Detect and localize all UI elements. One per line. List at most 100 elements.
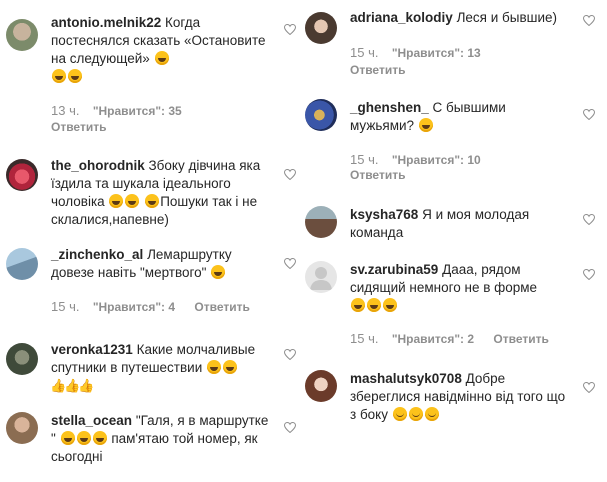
reply-row: Ответить (350, 63, 405, 77)
comment-item: adriana_kolodiy Леся и бывшие) 15 ч. "Нр… (305, 9, 595, 79)
comment-username[interactable]: antonio.melnik22 (51, 15, 161, 30)
comment-item: the_ohorodnik Збоку дівчина яка їздила т… (6, 157, 296, 237)
avatar[interactable] (6, 19, 38, 51)
likes-label: "Нравится" (391, 153, 461, 167)
likes-count[interactable]: "Нравится": 4 (93, 300, 175, 314)
comment-username[interactable]: adriana_kolodiy (350, 10, 453, 25)
comment-age: 15 ч. (51, 299, 80, 314)
comment-body: veronka1231 Какие молчаливые спутники в … (50, 341, 271, 395)
comment-body: mashalutsyk0708 Добре збереглися навідмі… (350, 370, 570, 424)
comment-text: Леся и бывшие) (456, 10, 558, 25)
reply-row: Ответить (51, 120, 106, 134)
likes-count[interactable]: "Нравится": 10 (392, 153, 481, 167)
grin-emoji (76, 431, 91, 445)
likes-label: "Нравится" (92, 300, 162, 314)
reply-button[interactable]: Ответить (350, 63, 405, 77)
like-heart-icon[interactable] (284, 24, 296, 35)
like-heart-icon[interactable] (583, 382, 595, 393)
comment-username[interactable]: _ghenshen_ (350, 100, 429, 115)
thumbs-up-emoji: 👍 (78, 378, 95, 393)
comment-age: 15 ч. (350, 331, 379, 346)
likes-label: "Нравится" (391, 332, 461, 346)
grin-emoji (109, 194, 124, 208)
comment-item: antonio.melnik22 Когда постеснялся сказа… (6, 14, 296, 134)
reply-button[interactable]: Ответить (194, 300, 249, 314)
like-heart-icon[interactable] (583, 269, 595, 280)
reply-row: Ответить (350, 168, 405, 182)
comment-item: sv.zarubina59 Дааа, рядом сидящий немног… (305, 261, 595, 351)
comment-age: 13 ч. (51, 103, 80, 118)
likes-value: 4 (168, 300, 176, 314)
avatar[interactable] (6, 248, 38, 280)
like-heart-icon[interactable] (284, 258, 296, 269)
comment-username[interactable]: veronka1231 (51, 342, 133, 357)
comment-username[interactable]: ksysha768 (350, 207, 418, 222)
likes-value: 10 (467, 153, 481, 167)
comment-item: stella_ocean "Галя, я в маршрутке " пам'… (6, 412, 296, 472)
rofl-emoji (68, 69, 82, 83)
comment-meta: 15 ч. "Нравится": 13 (350, 45, 497, 60)
rofl-emoji (154, 51, 169, 65)
avatar[interactable] (6, 412, 38, 444)
avatar[interactable] (305, 99, 337, 131)
likes-value: 35 (168, 104, 182, 118)
comment-body: the_ohorodnik Збоку дівчина яка їздила т… (51, 157, 271, 229)
like-heart-icon[interactable] (284, 349, 296, 360)
likes-value: 13 (467, 46, 481, 60)
comment-age: 15 ч. (350, 152, 379, 167)
likes-value: 2 (467, 332, 475, 346)
likes-count[interactable]: "Нравится": 2 (392, 332, 474, 346)
avatar[interactable] (6, 159, 38, 191)
likes-label: "Нравится" (92, 104, 162, 118)
grin-emoji (211, 265, 226, 279)
comment-item: mashalutsyk0708 Добре збереглися навідмі… (305, 370, 595, 440)
smile-emoji (424, 407, 439, 421)
avatar[interactable] (305, 370, 337, 402)
comment-meta: 15 ч. "Нравится": 4 Ответить (51, 299, 250, 314)
smile-emoji (408, 407, 423, 421)
reply-button[interactable]: Ответить (493, 332, 548, 346)
comment-username[interactable]: sv.zarubina59 (350, 262, 438, 277)
comment-age: 15 ч. (350, 45, 379, 60)
avatar[interactable] (305, 261, 337, 293)
comment-username[interactable]: the_ohorodnik (51, 158, 145, 173)
comment-body: stella_ocean "Галя, я в маршрутке " пам'… (51, 412, 271, 466)
comment-body: adriana_kolodiy Леся и бывшие) (350, 9, 570, 27)
grin-emoji (92, 431, 107, 445)
like-heart-icon[interactable] (284, 169, 296, 180)
comment-item: _ghenshen_ С бывшими мужьями? 15 ч. "Нра… (305, 99, 595, 189)
like-heart-icon[interactable] (583, 109, 595, 120)
comment-body: ksysha768 Я и моя молодая команда (350, 206, 570, 242)
comment-body: _ghenshen_ С бывшими мужьями? (350, 99, 570, 135)
reply-button[interactable]: Ответить (51, 120, 106, 134)
likes-label: "Нравится" (391, 46, 461, 60)
avatar[interactable] (305, 206, 337, 238)
comment-username[interactable]: mashalutsyk0708 (350, 371, 462, 386)
grin-emoji (383, 298, 397, 312)
grin-emoji (223, 360, 238, 374)
reply-button[interactable]: Ответить (350, 168, 405, 182)
comment-item: _zinchenko_al Лемаршрутку довезе навіть … (6, 246, 296, 316)
likes-count[interactable]: "Нравится": 35 (93, 104, 182, 118)
grin-emoji (125, 194, 140, 208)
like-heart-icon[interactable] (583, 214, 595, 225)
like-heart-icon[interactable] (583, 15, 595, 26)
avatar[interactable] (6, 343, 38, 375)
comment-meta: 13 ч. "Нравится": 35 (51, 103, 198, 118)
comment-meta: 15 ч. "Нравится": 2 Ответить (350, 331, 549, 346)
grin-emoji (60, 431, 75, 445)
avatar[interactable] (305, 12, 337, 44)
comment-body: _zinchenko_al Лемаршрутку довезе навіть … (51, 246, 271, 282)
grin-emoji (418, 118, 433, 132)
grin-emoji (367, 298, 381, 312)
rofl-emoji (52, 69, 66, 83)
likes-count[interactable]: "Нравится": 13 (392, 46, 481, 60)
comment-item: ksysha768 Я и моя молодая команда (305, 206, 595, 246)
smile-emoji (392, 407, 407, 421)
comment-username[interactable]: stella_ocean (51, 413, 132, 428)
like-heart-icon[interactable] (284, 422, 296, 433)
grin-emoji (351, 298, 365, 312)
grin-emoji (207, 360, 222, 374)
comment-username[interactable]: _zinchenko_al (51, 247, 143, 262)
comment-item: veronka1231 Какие молчаливые спутники в … (6, 341, 296, 401)
